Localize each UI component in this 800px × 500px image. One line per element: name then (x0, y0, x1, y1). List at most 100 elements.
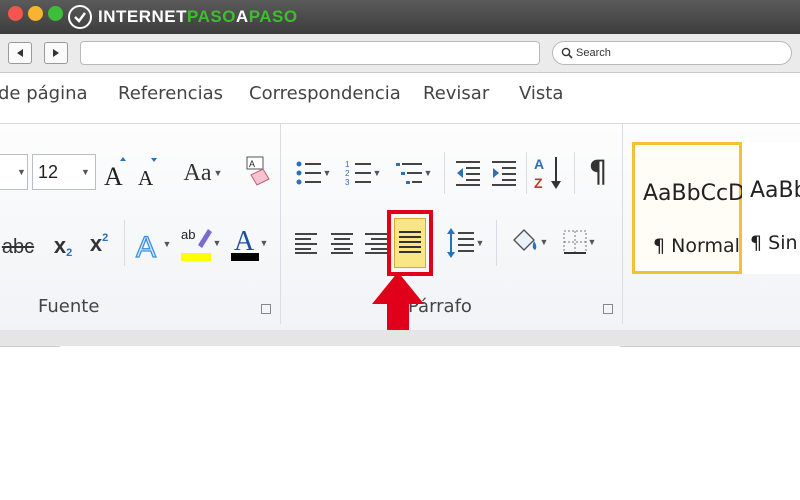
font-size-value: 12 (38, 162, 59, 182)
ribbon-bottom-band (0, 330, 800, 347)
decrease-indent-icon (456, 161, 480, 186)
address-bar[interactable] (80, 41, 540, 65)
search-placeholder: Search (576, 47, 611, 59)
clear-formatting-button[interactable]: A (240, 154, 272, 192)
align-right-button[interactable] (362, 228, 390, 258)
justify-icon (399, 231, 421, 253)
superscript-button[interactable]: x2 (84, 228, 114, 260)
grow-font-icon: A (104, 157, 126, 189)
align-center-icon (331, 233, 353, 254)
svg-text:A: A (138, 166, 154, 189)
decrease-indent-button[interactable] (454, 158, 482, 188)
close-window-icon[interactable] (8, 6, 23, 21)
logo-text-a: A (235, 7, 249, 26)
logo-text-paso: PASO (187, 7, 236, 26)
highlighter-icon: ab (180, 227, 212, 261)
style-no-spacing[interactable]: AaBbC ¶ Sin e (742, 142, 800, 274)
sort-icon: A Z (534, 156, 561, 191)
increase-indent-icon (492, 161, 516, 186)
separator (444, 152, 445, 194)
svg-text:A: A (249, 159, 255, 169)
borders-button[interactable]: ▼ (556, 224, 602, 260)
back-arrow-icon (17, 49, 23, 57)
superscript-mark: 2 (102, 232, 109, 244)
browser-navbar: Search (0, 34, 800, 73)
multilevel-list-button[interactable]: ▼ (394, 158, 434, 188)
maximize-window-icon[interactable] (48, 6, 63, 21)
bullets-icon (296, 161, 321, 185)
site-logo: INTERNETPASOAPASO (68, 3, 298, 31)
highlight-color-button[interactable]: ab ▼ (178, 222, 224, 264)
numbering-button[interactable]: 1 2 3 ▼ (342, 158, 384, 188)
separator (526, 152, 527, 194)
font-color-icon: A (230, 226, 259, 261)
show-formatting-marks-button[interactable]: ¶ (584, 154, 612, 190)
svg-text:1: 1 (345, 160, 350, 169)
shading-button[interactable]: ▼ (506, 224, 552, 260)
style-no-spacing-sample: AaBbC (750, 178, 800, 203)
align-left-icon (295, 233, 317, 254)
svg-text:3: 3 (345, 178, 350, 187)
font-name-combobox[interactable]: ▼ (0, 154, 28, 190)
align-right-icon (365, 233, 387, 254)
align-center-button[interactable] (328, 228, 356, 258)
style-no-spacing-name: ¶ Sin e (750, 232, 800, 254)
change-case-label: Aa (183, 159, 212, 186)
subscript-mark: 2 (66, 247, 73, 259)
tab-view[interactable]: Vista (519, 83, 563, 104)
increase-indent-button[interactable] (490, 158, 518, 188)
tab-mailings[interactable]: Correspondencia (249, 83, 401, 104)
line-spacing-button[interactable]: ▼ (444, 224, 486, 262)
style-normal-sample: AaBbCcDc (643, 181, 758, 206)
group-separator (280, 124, 281, 324)
multilevel-list-icon (395, 163, 422, 184)
shrink-font-icon: A (138, 158, 157, 189)
minimize-window-icon[interactable] (28, 6, 43, 21)
paragraph-dialog-launcher-icon[interactable] (603, 304, 613, 314)
svg-text:A: A (136, 231, 156, 262)
clear-formatting-icon: A (246, 156, 270, 186)
bullets-button[interactable]: ▼ (292, 158, 334, 188)
font-size-combobox[interactable]: 12 ▼ (32, 154, 96, 190)
logo-text-internet: INTERNET (98, 7, 187, 26)
logo-text: INTERNETPASOAPASO (98, 7, 298, 27)
subscript-button[interactable]: x2 (48, 230, 78, 262)
forward-arrow-icon (53, 49, 59, 57)
strikethrough-button[interactable]: abc (0, 232, 40, 262)
justify-button[interactable] (394, 218, 426, 268)
subscript-label: x (53, 233, 67, 258)
align-left-button[interactable] (292, 228, 320, 258)
text-effects-button[interactable]: A ▼ (130, 224, 174, 264)
ribbon-tabs: de página Referencias Correspondencia Re… (0, 73, 800, 123)
font-group-label: Fuente (38, 296, 100, 317)
tab-page-layout[interactable]: de página (0, 83, 88, 104)
style-normal[interactable]: AaBbCcDc ¶ Normal (632, 142, 757, 274)
pilcrow-icon: ¶ (588, 154, 608, 190)
svg-text:Z: Z (534, 175, 543, 191)
paint-bucket-icon (512, 229, 536, 251)
tab-review[interactable]: Revisar (423, 83, 489, 104)
shrink-font-button[interactable]: A (136, 154, 160, 190)
tab-references[interactable]: Referencias (118, 83, 223, 104)
line-spacing-icon (446, 228, 474, 258)
group-separator (622, 124, 623, 324)
font-color-button[interactable]: A ▼ (226, 222, 272, 264)
browser-titlebar: INTERNETPASOAPASO (0, 0, 800, 34)
separator (124, 220, 125, 266)
back-button[interactable] (8, 42, 32, 64)
logo-text-paso-2: PASO (248, 7, 298, 26)
grow-font-button[interactable]: A (102, 154, 128, 190)
text-effects-icon: A (135, 230, 156, 262)
numbering-icon: 1 2 3 (345, 160, 371, 187)
style-normal-name: ¶ Normal (653, 235, 740, 257)
svg-text:A: A (104, 162, 123, 189)
borders-icon (563, 230, 587, 254)
svg-text:2: 2 (345, 169, 350, 178)
search-icon (561, 47, 573, 59)
forward-button[interactable] (44, 42, 68, 64)
font-dialog-launcher-icon[interactable] (261, 304, 271, 314)
search-input[interactable]: Search (552, 41, 792, 65)
document-page[interactable] (60, 346, 620, 500)
change-case-button[interactable]: Aa ▼ (180, 156, 226, 190)
sort-button[interactable]: A Z (534, 154, 564, 192)
